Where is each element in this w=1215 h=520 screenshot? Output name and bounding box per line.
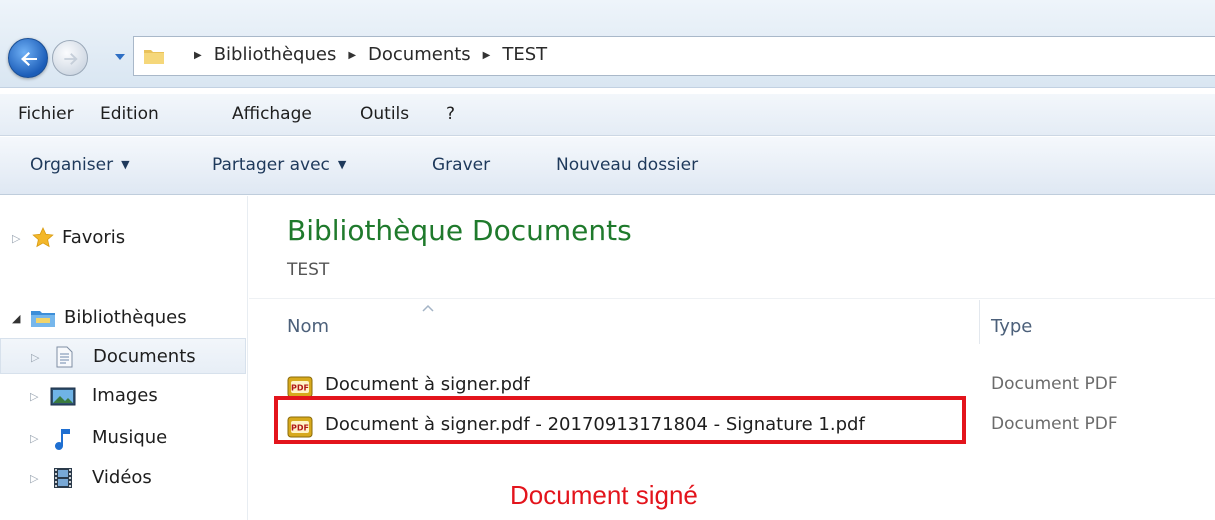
sidebar-item-bibliotheques[interactable]: ◢ Bibliothèques	[0, 300, 246, 336]
navigation-pane: ▷ Favoris ◢ Bibliothèques ▷ Documents ▷ …	[0, 196, 248, 520]
file-name: Document à signer.pdf	[325, 374, 530, 395]
highlight-box	[274, 396, 966, 444]
breadcrumb-separator-icon[interactable]: ▶	[194, 50, 202, 61]
image-library-icon	[50, 387, 76, 406]
menu-edition[interactable]: Edition	[100, 104, 159, 124]
organize-button[interactable]: Organiser ▼	[30, 155, 130, 175]
annotation-label: Document signé	[510, 480, 698, 510]
page-title: Bibliothèque Documents	[287, 214, 632, 247]
breadcrumb-separator-icon[interactable]: ▶	[483, 50, 491, 61]
svg-text:PDF: PDF	[291, 384, 309, 393]
sidebar-item-label: Vidéos	[92, 467, 152, 488]
breadcrumb-separator-icon[interactable]: ▶	[348, 50, 356, 61]
folder-icon	[144, 50, 164, 64]
column-header-name[interactable]: Nom	[287, 316, 329, 337]
breadcrumb-item[interactable]: Bibliothèques	[214, 44, 337, 65]
menu-fichier[interactable]: Fichier	[18, 104, 74, 124]
sidebar-item-label: Bibliothèques	[64, 307, 187, 328]
sidebar-item-documents[interactable]: ▷ Documents	[0, 338, 246, 374]
column-header-type[interactable]: Type	[991, 316, 1032, 337]
organize-label: Organiser	[30, 155, 114, 175]
expand-arrow-icon[interactable]: ▷	[30, 472, 38, 485]
sidebar-item-videos[interactable]: ▷ Vidéos	[0, 460, 246, 496]
music-note-icon	[55, 429, 70, 450]
film-strip-icon	[54, 468, 72, 488]
menu-bar: Fichier Edition Affichage Outils ?	[0, 94, 1215, 136]
menu-outils[interactable]: Outils	[360, 104, 409, 124]
recent-pages-chevron-down-icon[interactable]	[113, 50, 127, 64]
new-folder-button[interactable]: Nouveau dossier	[556, 155, 698, 175]
divider	[249, 298, 1215, 299]
collapse-arrow-icon[interactable]: ◢	[12, 312, 20, 325]
forward-arrow-icon	[64, 53, 78, 65]
burn-button[interactable]: Graver	[432, 155, 490, 175]
command-bar: Organiser ▼ Partager avec ▼ Graver Nouveau…	[0, 137, 1215, 195]
chevron-down-icon: ▼	[337, 158, 347, 171]
file-list-pane: Bibliothèque Documents TEST Nom Type PDF…	[249, 196, 1215, 520]
back-button[interactable]	[8, 38, 48, 78]
address-field[interactable]: ▶ Bibliothèques ▶ Documents ▶ TEST	[133, 36, 1215, 76]
library-subtitle: TEST	[287, 260, 330, 280]
sidebar-item-label: Images	[92, 385, 158, 406]
menu-affichage[interactable]: Affichage	[232, 104, 312, 124]
document-library-icon	[56, 346, 73, 368]
column-divider[interactable]	[979, 300, 980, 344]
address-bar-region: ▶ Bibliothèques ▶ Documents ▶ TEST	[0, 0, 1215, 88]
share-button[interactable]: Partager avec ▼	[212, 155, 346, 175]
file-type: Document PDF	[991, 374, 1118, 394]
share-label: Partager avec	[212, 155, 330, 175]
back-arrow-icon	[21, 52, 37, 66]
chevron-down-icon: ▼	[121, 158, 130, 171]
expand-arrow-icon[interactable]: ▷	[31, 351, 39, 364]
sort-ascending-icon	[422, 304, 434, 312]
file-type: Document PDF	[991, 414, 1118, 434]
sidebar-item-images[interactable]: ▷ Images	[0, 378, 246, 414]
forward-button[interactable]	[52, 40, 88, 76]
expand-arrow-icon[interactable]: ▷	[12, 232, 20, 245]
library-icon	[31, 311, 55, 327]
sidebar-item-musique[interactable]: ▷ Musique	[0, 420, 246, 456]
breadcrumb: ▶ Bibliothèques ▶ Documents ▶ TEST	[182, 44, 547, 65]
sidebar-item-label: Musique	[92, 427, 168, 448]
sidebar-item-favoris[interactable]: ▷ Favoris	[0, 220, 246, 256]
breadcrumb-item[interactable]: TEST	[502, 44, 547, 65]
sidebar-item-label: Favoris	[62, 227, 126, 248]
expand-arrow-icon[interactable]: ▷	[30, 390, 38, 403]
breadcrumb-item[interactable]: Documents	[368, 44, 471, 65]
menu-help[interactable]: ?	[446, 104, 455, 124]
star-icon	[32, 227, 54, 248]
sidebar-item-label: Documents	[93, 346, 196, 367]
expand-arrow-icon[interactable]: ▷	[30, 432, 38, 445]
